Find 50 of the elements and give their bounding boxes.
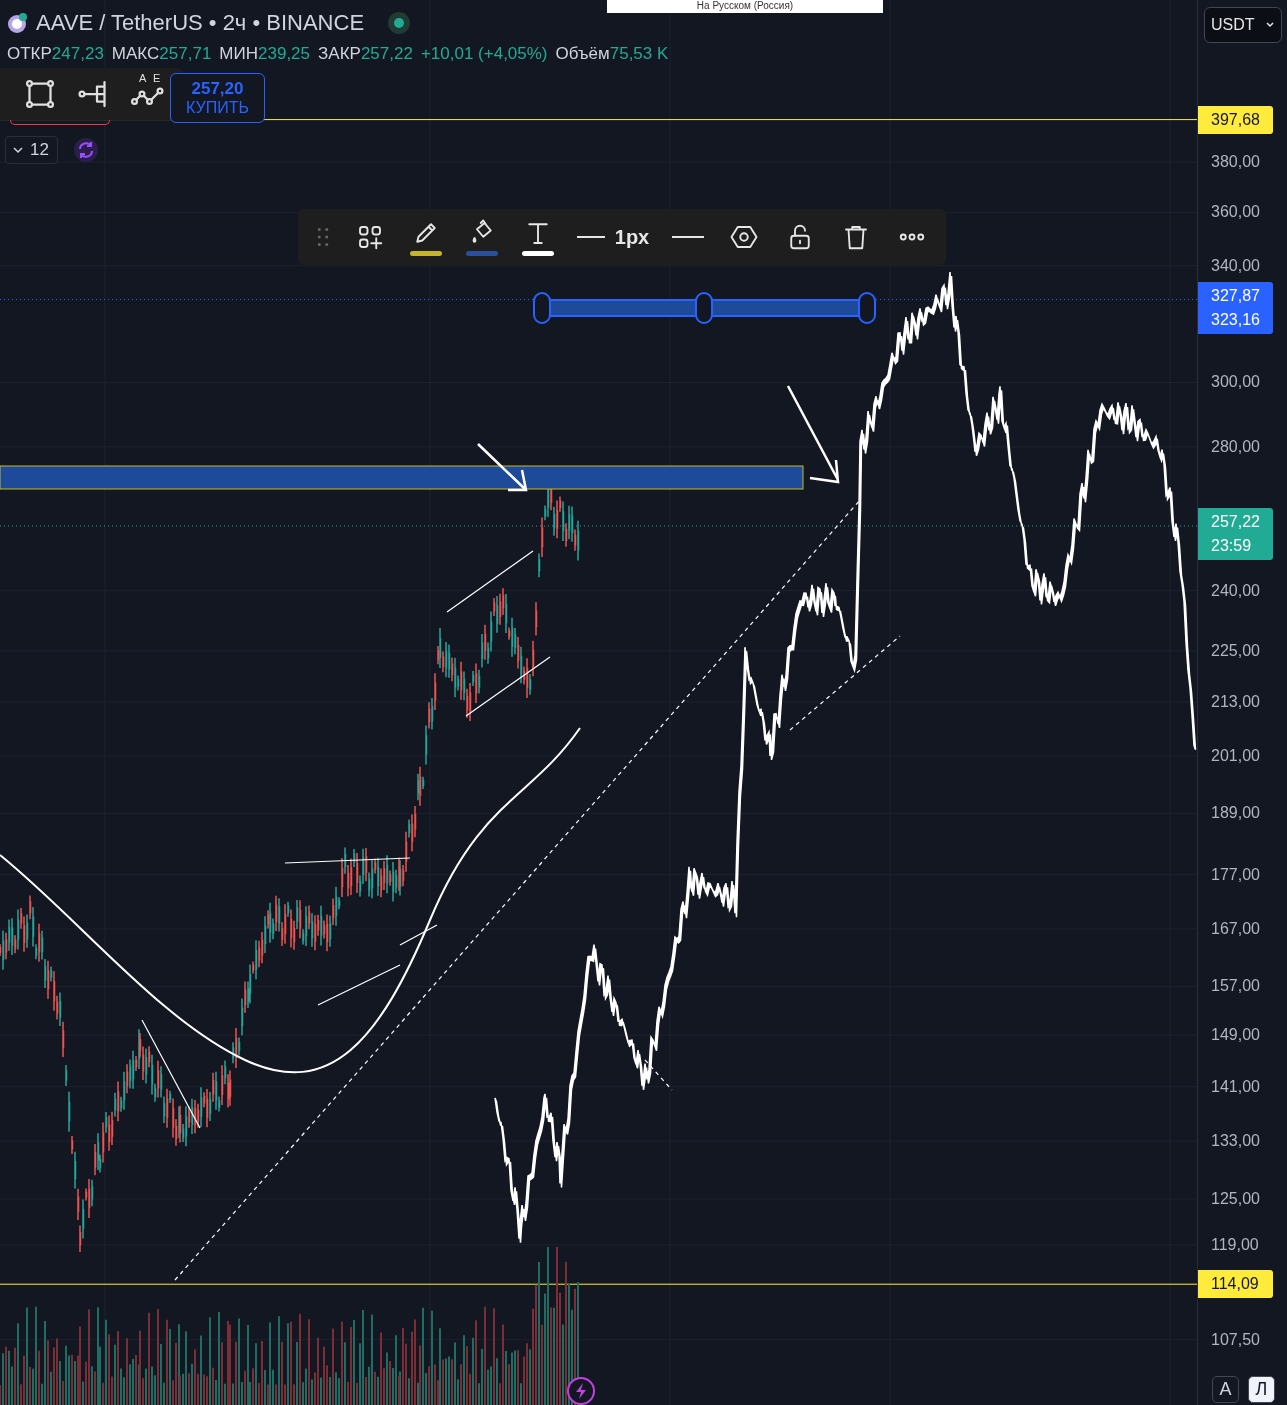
buy-button[interactable]: 257,20 КУПИТЬ xyxy=(170,73,265,123)
coin-logo-icon xyxy=(6,12,28,34)
price-label: 240,00 xyxy=(1211,581,1260,600)
volume-value: 75,53 K xyxy=(609,44,669,64)
ohlc-value: 257,22 xyxy=(360,44,413,64)
lightning-icon[interactable] xyxy=(566,1376,596,1405)
line-width-button[interactable]: 1px xyxy=(568,215,658,259)
ohlc-label: ЗАКР xyxy=(318,44,361,64)
point-label: E xyxy=(153,72,161,84)
scale-mode-button[interactable]: Л xyxy=(1248,1376,1275,1403)
price-label: 149,00 xyxy=(1211,1026,1260,1045)
price-tag: 327,87 323,16 xyxy=(1198,281,1273,334)
price-label: 340,00 xyxy=(1211,256,1260,275)
volume-label: Объём xyxy=(555,44,610,64)
price-label: 167,00 xyxy=(1211,919,1260,938)
price-label: 125,00 xyxy=(1211,1190,1260,1208)
price-tag: 257,22 23:59 xyxy=(1198,507,1273,560)
price-tag: 397,68 xyxy=(1198,105,1273,134)
price-change: +10,01 (+4,05%) xyxy=(420,44,548,64)
price-label: 189,00 xyxy=(1211,804,1260,823)
price-label: 157,00 xyxy=(1211,977,1260,996)
price-label: 107,50 xyxy=(1211,1330,1260,1349)
price-label: 119,00 xyxy=(1211,1235,1259,1254)
ohlc-label: ОТКР xyxy=(7,44,52,64)
indicator-toggle[interactable]: 12 xyxy=(5,136,58,164)
price-label: 133,00 xyxy=(1211,1132,1260,1151)
chevron-down-icon xyxy=(12,144,24,156)
price-label: 141,00 xyxy=(1211,1077,1260,1096)
selected-rectangle[interactable] xyxy=(533,292,876,324)
price-label: 300,00 xyxy=(1211,373,1260,392)
price-label: 280,00 xyxy=(1211,437,1260,456)
currency-dropdown[interactable]: USDT xyxy=(1204,7,1282,43)
ohlc-label: МАКС xyxy=(111,44,160,64)
price-label: 360,00 xyxy=(1211,203,1260,222)
price-label: 201,00 xyxy=(1211,747,1260,765)
point-label: A xyxy=(139,72,147,84)
symbol-title[interactable]: AAVE / TetherUS • 2ч • BINANCE xyxy=(36,10,365,36)
scale-mode-button[interactable]: A xyxy=(1212,1376,1239,1403)
language-popup: На Русском (Россия) xyxy=(607,0,883,13)
price-label: 225,00 xyxy=(1211,641,1260,660)
ohlc-value: 239,25 xyxy=(258,44,311,64)
price-label: 380,00 xyxy=(1211,153,1260,171)
ohlc-value: 247,23 xyxy=(51,44,104,64)
price-label: 177,00 xyxy=(1211,865,1260,884)
chevron-down-icon xyxy=(1265,20,1275,30)
price-label: 213,00 xyxy=(1211,692,1260,711)
ohlc-label: МИН xyxy=(219,44,259,64)
ohlc-value: 257,71 xyxy=(159,44,212,64)
price-tag: 114,09 xyxy=(1198,1270,1273,1299)
refresh-icon[interactable] xyxy=(74,138,98,162)
